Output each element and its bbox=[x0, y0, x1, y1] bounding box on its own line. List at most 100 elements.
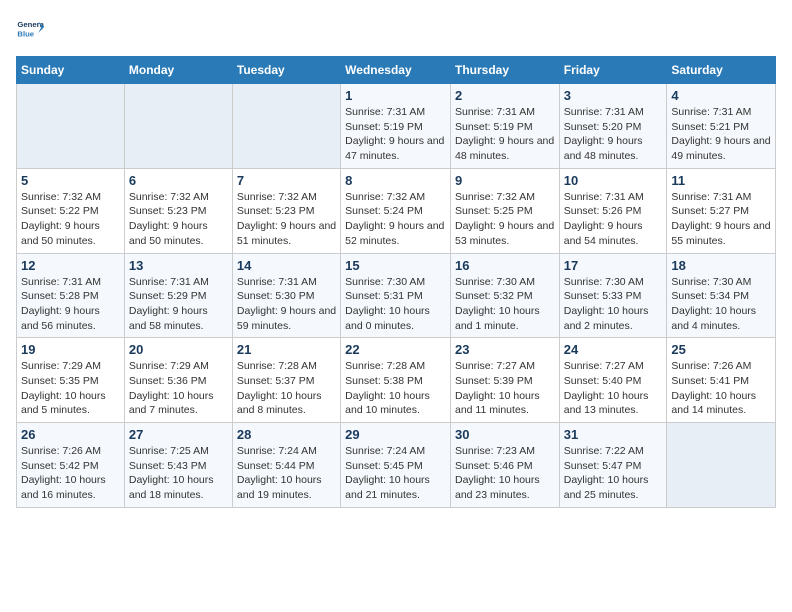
day-number: 16 bbox=[455, 258, 555, 273]
logo: General Blue bbox=[16, 16, 48, 44]
day-number: 11 bbox=[671, 173, 771, 188]
day-info: Sunrise: 7:31 AM Sunset: 5:21 PM Dayligh… bbox=[671, 105, 771, 164]
svg-text:Blue: Blue bbox=[17, 29, 34, 38]
calendar-cell: 10 Sunrise: 7:31 AM Sunset: 5:26 PM Dayli… bbox=[559, 168, 667, 253]
day-number: 30 bbox=[455, 427, 555, 442]
day-info: Sunrise: 7:32 AM Sunset: 5:22 PM Dayligh… bbox=[21, 190, 120, 249]
day-number: 9 bbox=[455, 173, 555, 188]
day-info: Sunrise: 7:31 AM Sunset: 5:28 PM Dayligh… bbox=[21, 275, 120, 334]
day-number: 5 bbox=[21, 173, 120, 188]
day-info: Sunrise: 7:31 AM Sunset: 5:20 PM Dayligh… bbox=[564, 105, 663, 164]
calendar-cell: 26 Sunrise: 7:26 AM Sunset: 5:42 PM Dayli… bbox=[17, 423, 125, 508]
calendar-cell: 21 Sunrise: 7:28 AM Sunset: 5:37 PM Dayli… bbox=[232, 338, 340, 423]
day-number: 15 bbox=[345, 258, 446, 273]
day-number: 19 bbox=[21, 342, 120, 357]
day-info: Sunrise: 7:30 AM Sunset: 5:31 PM Dayligh… bbox=[345, 275, 446, 334]
calendar-cell: 4 Sunrise: 7:31 AM Sunset: 5:21 PM Daylig… bbox=[667, 84, 776, 169]
calendar-cell: 14 Sunrise: 7:31 AM Sunset: 5:30 PM Dayli… bbox=[232, 253, 340, 338]
calendar-cell: 15 Sunrise: 7:30 AM Sunset: 5:31 PM Dayli… bbox=[341, 253, 451, 338]
logo-icon: General Blue bbox=[16, 16, 44, 44]
day-info: Sunrise: 7:31 AM Sunset: 5:27 PM Dayligh… bbox=[671, 190, 771, 249]
day-info: Sunrise: 7:30 AM Sunset: 5:34 PM Dayligh… bbox=[671, 275, 771, 334]
day-number: 29 bbox=[345, 427, 446, 442]
calendar-week-1: 1 Sunrise: 7:31 AM Sunset: 5:19 PM Daylig… bbox=[17, 84, 776, 169]
day-number: 27 bbox=[129, 427, 228, 442]
day-number: 21 bbox=[237, 342, 336, 357]
calendar-cell bbox=[17, 84, 125, 169]
day-info: Sunrise: 7:31 AM Sunset: 5:26 PM Dayligh… bbox=[564, 190, 663, 249]
calendar-cell: 3Sunrise: 7:31 AM Sunset: 5:20 PM Daylig… bbox=[559, 84, 667, 169]
day-number: 7 bbox=[237, 173, 336, 188]
calendar-cell: 13 Sunrise: 7:31 AM Sunset: 5:29 PM Dayli… bbox=[124, 253, 232, 338]
day-info: Sunrise: 7:32 AM Sunset: 5:25 PM Dayligh… bbox=[455, 190, 555, 249]
day-number: 22 bbox=[345, 342, 446, 357]
calendar-cell: 27Sunrise: 7:25 AM Sunset: 5:43 PM Dayli… bbox=[124, 423, 232, 508]
calendar-cell: 1 Sunrise: 7:31 AM Sunset: 5:19 PM Daylig… bbox=[341, 84, 451, 169]
calendar-cell: 12 Sunrise: 7:31 AM Sunset: 5:28 PM Dayli… bbox=[17, 253, 125, 338]
calendar-week-2: 5 Sunrise: 7:32 AM Sunset: 5:22 PM Daylig… bbox=[17, 168, 776, 253]
header-thursday: Thursday bbox=[450, 57, 559, 84]
day-info: Sunrise: 7:32 AM Sunset: 5:23 PM Dayligh… bbox=[237, 190, 336, 249]
calendar-week-4: 19 Sunrise: 7:29 AM Sunset: 5:35 PM Dayli… bbox=[17, 338, 776, 423]
day-number: 24 bbox=[564, 342, 663, 357]
calendar-body: 1 Sunrise: 7:31 AM Sunset: 5:19 PM Daylig… bbox=[17, 84, 776, 508]
day-info: Sunrise: 7:22 AM Sunset: 5:47 PM Dayligh… bbox=[564, 444, 663, 503]
day-number: 20 bbox=[129, 342, 228, 357]
day-number: 13 bbox=[129, 258, 228, 273]
calendar-cell: 8Sunrise: 7:32 AM Sunset: 5:24 PM Daylig… bbox=[341, 168, 451, 253]
calendar-cell: 20 Sunrise: 7:29 AM Sunset: 5:36 PM Dayli… bbox=[124, 338, 232, 423]
day-number: 26 bbox=[21, 427, 120, 442]
day-info: Sunrise: 7:31 AM Sunset: 5:30 PM Dayligh… bbox=[237, 275, 336, 334]
calendar-week-5: 26 Sunrise: 7:26 AM Sunset: 5:42 PM Dayli… bbox=[17, 423, 776, 508]
day-info: Sunrise: 7:23 AM Sunset: 5:46 PM Dayligh… bbox=[455, 444, 555, 503]
day-info: Sunrise: 7:29 AM Sunset: 5:35 PM Dayligh… bbox=[21, 359, 120, 418]
calendar-cell: 16 Sunrise: 7:30 AM Sunset: 5:32 PM Dayli… bbox=[450, 253, 559, 338]
day-info: Sunrise: 7:31 AM Sunset: 5:19 PM Dayligh… bbox=[455, 105, 555, 164]
day-info: Sunrise: 7:26 AM Sunset: 5:41 PM Dayligh… bbox=[671, 359, 771, 418]
day-number: 18 bbox=[671, 258, 771, 273]
calendar-cell: 11 Sunrise: 7:31 AM Sunset: 5:27 PM Dayli… bbox=[667, 168, 776, 253]
calendar-cell: 30 Sunrise: 7:23 AM Sunset: 5:46 PM Dayli… bbox=[450, 423, 559, 508]
day-info: Sunrise: 7:27 AM Sunset: 5:40 PM Dayligh… bbox=[564, 359, 663, 418]
day-number: 31 bbox=[564, 427, 663, 442]
day-info: Sunrise: 7:30 AM Sunset: 5:33 PM Dayligh… bbox=[564, 275, 663, 334]
day-number: 2 bbox=[455, 88, 555, 103]
calendar-cell: 7 Sunrise: 7:32 AM Sunset: 5:23 PM Daylig… bbox=[232, 168, 340, 253]
header-friday: Friday bbox=[559, 57, 667, 84]
day-info: Sunrise: 7:24 AM Sunset: 5:45 PM Dayligh… bbox=[345, 444, 446, 503]
day-number: 25 bbox=[671, 342, 771, 357]
header-monday: Monday bbox=[124, 57, 232, 84]
calendar-cell bbox=[232, 84, 340, 169]
day-info: Sunrise: 7:24 AM Sunset: 5:44 PM Dayligh… bbox=[237, 444, 336, 503]
calendar-cell: 24 Sunrise: 7:27 AM Sunset: 5:40 PM Dayli… bbox=[559, 338, 667, 423]
calendar-cell: 29 Sunrise: 7:24 AM Sunset: 5:45 PM Dayli… bbox=[341, 423, 451, 508]
calendar-cell: 9 Sunrise: 7:32 AM Sunset: 5:25 PM Daylig… bbox=[450, 168, 559, 253]
day-info: Sunrise: 7:26 AM Sunset: 5:42 PM Dayligh… bbox=[21, 444, 120, 503]
day-number: 28 bbox=[237, 427, 336, 442]
day-info: Sunrise: 7:29 AM Sunset: 5:36 PM Dayligh… bbox=[129, 359, 228, 418]
day-number: 17 bbox=[564, 258, 663, 273]
calendar-cell bbox=[124, 84, 232, 169]
day-number: 1 bbox=[345, 88, 446, 103]
day-info: Sunrise: 7:31 AM Sunset: 5:29 PM Dayligh… bbox=[129, 275, 228, 334]
day-info: Sunrise: 7:31 AM Sunset: 5:19 PM Dayligh… bbox=[345, 105, 446, 164]
day-number: 14 bbox=[237, 258, 336, 273]
day-info: Sunrise: 7:27 AM Sunset: 5:39 PM Dayligh… bbox=[455, 359, 555, 418]
day-info: Sunrise: 7:30 AM Sunset: 5:32 PM Dayligh… bbox=[455, 275, 555, 334]
header-wednesday: Wednesday bbox=[341, 57, 451, 84]
calendar-cell: 5 Sunrise: 7:32 AM Sunset: 5:22 PM Daylig… bbox=[17, 168, 125, 253]
day-info: Sunrise: 7:28 AM Sunset: 5:37 PM Dayligh… bbox=[237, 359, 336, 418]
calendar-table: SundayMondayTuesdayWednesdayThursdayFrid… bbox=[16, 56, 776, 508]
day-number: 4 bbox=[671, 88, 771, 103]
day-info: Sunrise: 7:32 AM Sunset: 5:23 PM Dayligh… bbox=[129, 190, 228, 249]
day-number: 23 bbox=[455, 342, 555, 357]
day-number: 10 bbox=[564, 173, 663, 188]
calendar-header: SundayMondayTuesdayWednesdayThursdayFrid… bbox=[17, 57, 776, 84]
header-sunday: Sunday bbox=[17, 57, 125, 84]
day-number: 12 bbox=[21, 258, 120, 273]
calendar-cell bbox=[667, 423, 776, 508]
calendar-cell: 23 Sunrise: 7:27 AM Sunset: 5:39 PM Dayli… bbox=[450, 338, 559, 423]
day-number: 8 bbox=[345, 173, 446, 188]
calendar-cell: 6Sunrise: 7:32 AM Sunset: 5:23 PM Daylig… bbox=[124, 168, 232, 253]
calendar-week-3: 12 Sunrise: 7:31 AM Sunset: 5:28 PM Dayli… bbox=[17, 253, 776, 338]
